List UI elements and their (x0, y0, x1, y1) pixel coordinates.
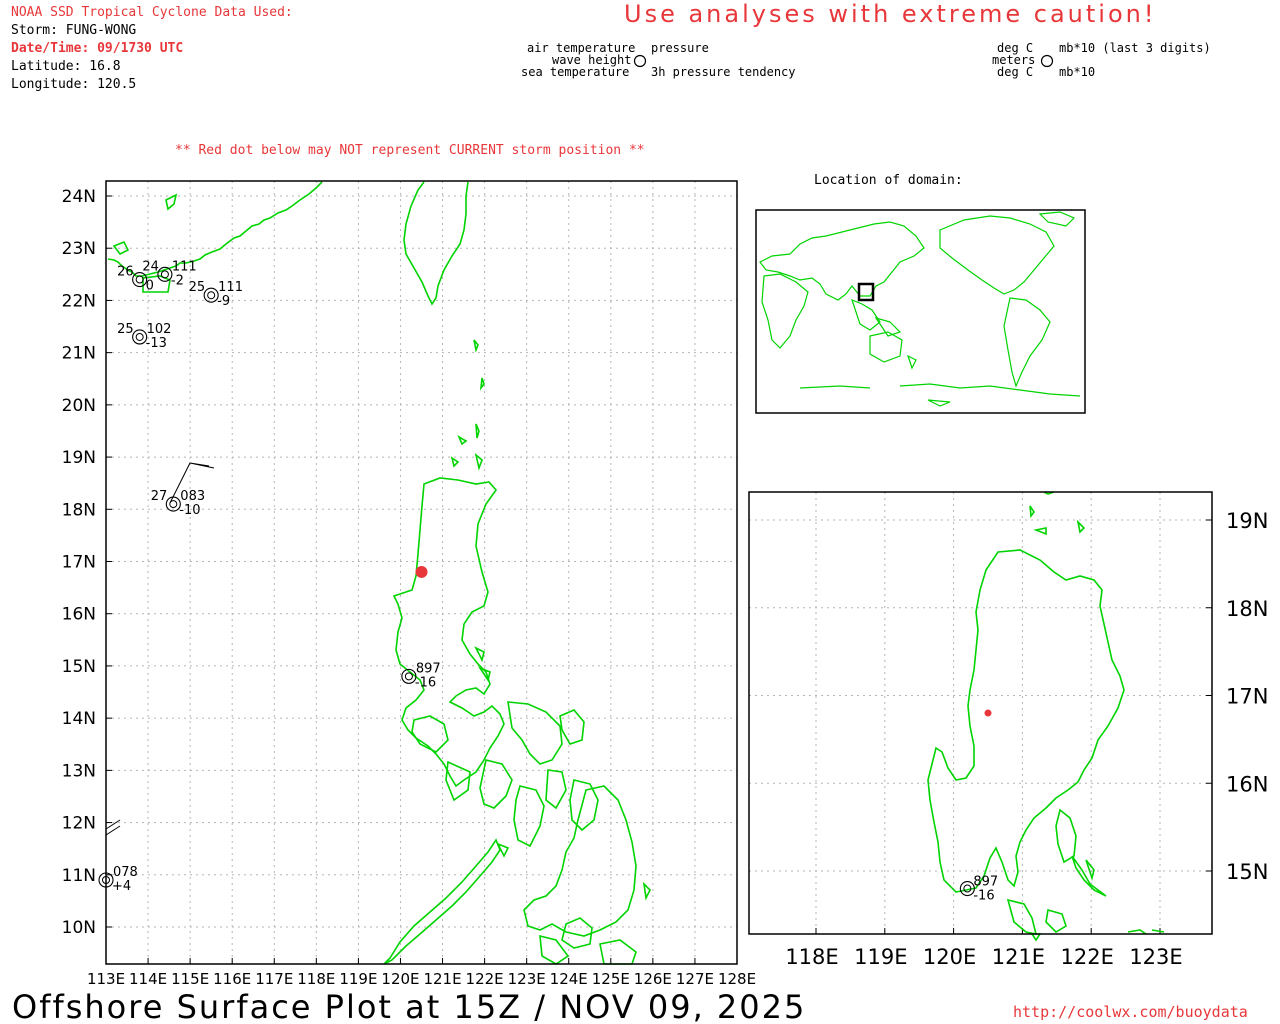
surface-plot-page: NOAA SSD Tropical Cyclone Data Used: Sto… (0, 0, 1280, 1024)
station-temperature: 26 (117, 265, 134, 280)
station-marker: 25 111-9 (189, 280, 243, 309)
lon-label: 118E (297, 970, 335, 988)
station-temperature: 24 (142, 259, 159, 274)
lon-label: 119E (854, 945, 907, 969)
zoom-map-frame (748, 491, 1213, 935)
lat-label: 22N (62, 291, 96, 311)
lat-label: 16N (1226, 772, 1268, 796)
station-pressure: 111 (172, 259, 197, 274)
zoom-map-lat-labels: 19N 18N 17N 16N 15N (1226, 509, 1268, 884)
lon-label: 123E (1129, 945, 1182, 969)
station-inner-circle-icon (207, 291, 216, 300)
station-tendency: +4 (112, 879, 131, 894)
lat-label: 15N (62, 657, 96, 677)
lon-label: 123E (508, 970, 546, 988)
station-tendency: -13 (146, 336, 167, 351)
source-url-link[interactable]: http://coolwx.com/buoydata (1013, 1003, 1248, 1021)
lon-label: 117E (255, 970, 293, 988)
lon-label: 114E (129, 970, 167, 988)
station-tendency: -16 (973, 889, 994, 904)
lat-label: 11N (62, 866, 96, 886)
lon-label: 122E (1061, 945, 1114, 969)
lat-label: 17N (1226, 685, 1268, 709)
lon-label: 128E (718, 970, 756, 988)
lon-label: 125E (592, 970, 630, 988)
lat-label: 13N (62, 761, 96, 781)
lon-label: 115E (171, 970, 209, 988)
station-pressure: 897 (973, 875, 998, 890)
lat-label: 19N (62, 448, 96, 468)
lon-label: 121E (423, 970, 461, 988)
lat-label: 18N (62, 500, 96, 520)
lat-label: 18N (1226, 597, 1268, 621)
lon-label: 116E (213, 970, 251, 988)
lon-label: 124E (550, 970, 588, 988)
zoom-map-grid (749, 492, 1212, 934)
world-inset-frame (755, 209, 1086, 414)
station-circle-icon (203, 287, 219, 303)
lon-label: 119E (339, 970, 377, 988)
station-inner-circle-icon (160, 270, 169, 279)
station-tendency: -10 (179, 503, 200, 518)
station-tendency: 0 (146, 279, 154, 294)
station-tendency: -9 (217, 294, 230, 309)
station-inner-circle-icon (135, 332, 144, 341)
station-marker: 25 102-13 (117, 322, 171, 351)
station-inner-circle-icon (135, 275, 144, 284)
station-circle-icon (132, 271, 148, 288)
station-pressure: 083 (180, 489, 205, 504)
station-inner-circle-icon (404, 672, 413, 681)
station-marker: 078+4 (98, 865, 138, 894)
station-temperature: 25 (117, 322, 134, 337)
lon-label: 118E (785, 945, 838, 969)
lat-label: 12N (62, 814, 96, 834)
lon-label: 126E (634, 970, 672, 988)
station-circle-icon (132, 329, 148, 345)
station-temperature: 25 (189, 280, 206, 295)
station-pressure: 078 (113, 865, 138, 880)
main-map: 24N 23N 22N 21N 20N 19N 18N 17N 16N 15N 14N 13N 12N 1… (62, 180, 756, 988)
lat-label: 23N (62, 239, 96, 259)
lat-label: 19N (1226, 509, 1268, 533)
lat-label: 14N (62, 709, 96, 729)
world-inset-map (755, 209, 1086, 414)
zoom-map-lon-labels: 118E 119E 120E 121E 122E 123E (785, 945, 1182, 969)
lon-label: 120E (381, 970, 419, 988)
lat-label: 15N (1226, 860, 1268, 884)
main-map-stations: 26024 111-2 25 111-925 102-1327 083-10897-160… (98, 259, 441, 894)
lat-label: 16N (62, 605, 96, 625)
station-pressure: 102 (147, 322, 172, 337)
zoom-storm-position-dot (984, 709, 992, 717)
lat-label: 17N (62, 553, 96, 573)
station-temperature: 27 (151, 489, 168, 504)
lat-label: 21N (62, 344, 96, 364)
lat-label: 24N (62, 187, 96, 207)
zoom-map-station: 897-16 (959, 875, 998, 904)
map-canvas: 24N 23N 22N 21N 20N 19N 18N 17N 16N 15N 14N 13N 12N 1… (62, 180, 1268, 988)
station-pressure: 897 (416, 661, 441, 676)
station-pressure: 111 (218, 280, 243, 295)
lon-label: 127E (676, 970, 714, 988)
plot-title: Offshore Surface Plot at 15Z / NOV 09, 2… (12, 988, 807, 1024)
lon-label: 120E (923, 945, 976, 969)
main-map-lon-labels: 113E 114E 115E 116E 117E 118E 119E 120E 121E 122E… (87, 970, 756, 988)
main-map-lat-labels: 24N 23N 22N 21N 20N 19N 18N 17N 16N 15N 14N 13N 12N 1… (62, 187, 96, 938)
zoom-map: 19N 18N 17N 16N 15N 118E 119E 120E 121E 122E 123E… (748, 491, 1268, 969)
lon-label: 113E (87, 970, 125, 988)
storm-position-dot (415, 565, 428, 578)
lat-label: 20N (62, 396, 96, 416)
station-tendency: -16 (415, 675, 436, 690)
lon-label: 121E (992, 945, 1045, 969)
lat-label: 10N (62, 918, 96, 938)
station-tendency: -2 (171, 273, 184, 288)
lon-label: 122E (466, 970, 504, 988)
station-marker: 27 083-10 (151, 489, 205, 518)
